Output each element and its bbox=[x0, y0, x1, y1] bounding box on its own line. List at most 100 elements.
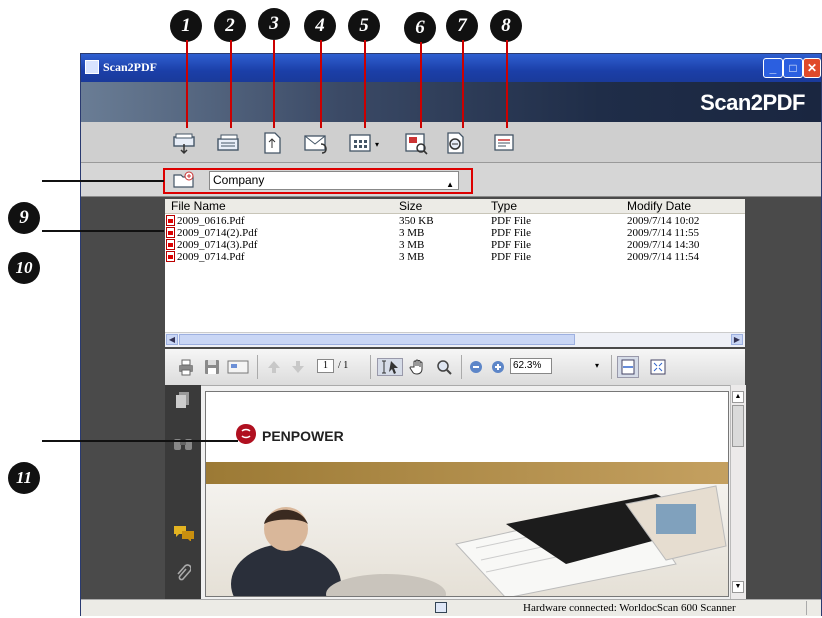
scanner-icon bbox=[435, 602, 447, 613]
table-row[interactable]: 2009_0616.Pdf 350 KB PDF File 2009/7/14 … bbox=[165, 215, 745, 227]
status-text: Hardware connected: WorldocScan 600 Scan… bbox=[523, 602, 736, 614]
file-type: PDF File bbox=[491, 239, 532, 251]
file-size: 3 MB bbox=[399, 239, 425, 251]
brand-logo: Scan2PDF bbox=[700, 90, 805, 115]
email-icon[interactable] bbox=[227, 358, 249, 376]
email-attach-icon[interactable] bbox=[303, 130, 329, 156]
status-bar: Hardware connected: WorldocScan 600 Scan… bbox=[81, 599, 821, 616]
binoculars-icon[interactable] bbox=[173, 435, 193, 456]
previous-page-icon[interactable] bbox=[265, 358, 283, 376]
doc-gold-band bbox=[206, 462, 728, 484]
col-type[interactable]: Type bbox=[491, 199, 517, 213]
col-file-name[interactable]: File Name bbox=[171, 199, 226, 213]
preview-icon[interactable] bbox=[403, 130, 429, 156]
folder-select-value: Company bbox=[213, 173, 265, 187]
print-icon[interactable] bbox=[177, 358, 195, 376]
callout-line-6 bbox=[420, 42, 422, 128]
next-page-icon[interactable] bbox=[289, 358, 307, 376]
viewer-toolbar: 1 / 1 62.3% ▾ bbox=[165, 349, 745, 386]
file-date: 2009/7/14 10:02 bbox=[627, 215, 700, 227]
view-mode-dropdown-arrow[interactable]: ▾ bbox=[375, 140, 379, 149]
doc-brand-text: PENPOWER bbox=[262, 428, 344, 444]
toolbar-separator bbox=[257, 355, 258, 379]
file-type: PDF File bbox=[491, 215, 532, 227]
horizontal-scrollbar[interactable]: ◀ ▶ bbox=[165, 332, 745, 347]
scan-icon[interactable] bbox=[171, 130, 197, 156]
zoom-in-icon[interactable] bbox=[489, 358, 507, 376]
view-mode-icon[interactable] bbox=[347, 130, 373, 156]
search-zoom-icon[interactable] bbox=[443, 130, 469, 156]
fit-page-icon[interactable] bbox=[649, 358, 667, 376]
title-bar[interactable]: Scan2PDF _ □ ✕ bbox=[81, 54, 821, 82]
callout-line-2 bbox=[230, 40, 232, 128]
dropdown-arrow-icon[interactable]: ▲ bbox=[446, 176, 454, 193]
scroll-left-icon[interactable]: ◀ bbox=[166, 334, 178, 345]
file-type: PDF File bbox=[491, 251, 532, 263]
fit-width-icon[interactable] bbox=[617, 356, 639, 378]
table-row[interactable]: 2009_0714.Pdf 3 MB PDF File 2009/7/14 11… bbox=[165, 251, 745, 263]
scrollbar-thumb[interactable] bbox=[179, 334, 575, 345]
open-folder-icon[interactable] bbox=[173, 171, 195, 189]
attachment-icon[interactable] bbox=[175, 563, 192, 588]
callout-line-3 bbox=[273, 40, 275, 128]
zoom-marquee-icon[interactable] bbox=[435, 358, 453, 376]
comments-icon[interactable] bbox=[173, 525, 195, 546]
callout-3: 3 bbox=[258, 8, 290, 40]
callout-8: 8 bbox=[490, 10, 522, 42]
zoom-level-value: 62.3% bbox=[513, 360, 542, 371]
maximize-icon[interactable]: □ bbox=[783, 58, 803, 78]
zoom-level-select[interactable]: 62.3% bbox=[510, 358, 552, 374]
pdf-page[interactable]: PENPOWER bbox=[205, 391, 729, 597]
file-list-header: File Name Size Type Modify Date bbox=[165, 199, 745, 214]
page-number-input[interactable]: 1 bbox=[317, 359, 334, 373]
scroll-up-icon[interactable]: ▲ bbox=[732, 391, 744, 403]
zoom-out-icon[interactable] bbox=[467, 358, 485, 376]
hand-tool-icon[interactable] bbox=[409, 358, 427, 376]
file-type: PDF File bbox=[491, 227, 532, 239]
file-date: 2009/7/14 11:54 bbox=[627, 251, 700, 263]
callout-10: 10 bbox=[8, 252, 40, 284]
file-name: 2009_0714.Pdf bbox=[177, 251, 245, 263]
callout-9: 9 bbox=[8, 202, 40, 234]
callout-line-11 bbox=[42, 440, 238, 442]
app-window: Scan2PDF _ □ ✕ Scan2PDF ▾ Company ▲ File… bbox=[80, 53, 822, 616]
table-row[interactable]: 2009_0714(2).Pdf 3 MB PDF File 2009/7/14… bbox=[165, 227, 745, 239]
callout-line-9 bbox=[42, 180, 164, 182]
pdf-file-icon bbox=[166, 251, 175, 262]
pages-icon[interactable] bbox=[175, 391, 191, 414]
settings-icon[interactable] bbox=[491, 130, 517, 156]
toolbar-separator bbox=[461, 355, 462, 379]
callout-1: 1 bbox=[170, 10, 202, 42]
file-date: 2009/7/14 11:55 bbox=[627, 227, 700, 239]
minimize-icon[interactable]: _ bbox=[763, 58, 783, 78]
col-modify-date[interactable]: Modify Date bbox=[627, 199, 691, 213]
folder-bar: Company ▲ bbox=[81, 163, 821, 197]
scroll-right-icon[interactable]: ▶ bbox=[731, 334, 743, 345]
callout-6: 6 bbox=[404, 12, 436, 44]
callout-line-7 bbox=[462, 40, 464, 128]
toolbar-separator bbox=[370, 355, 371, 379]
col-size[interactable]: Size bbox=[399, 199, 422, 213]
scroll-down-icon[interactable]: ▼ bbox=[732, 581, 744, 593]
scrollbar-thumb[interactable] bbox=[732, 405, 744, 447]
callout-line-1 bbox=[186, 40, 188, 128]
file-name: 2009_0616.Pdf bbox=[177, 215, 245, 227]
viewer-side-panel bbox=[165, 385, 201, 601]
folder-select[interactable]: Company ▲ bbox=[209, 171, 459, 190]
select-text-icon[interactable] bbox=[377, 358, 403, 376]
convert-pdf-icon[interactable] bbox=[259, 130, 285, 156]
save-icon[interactable] bbox=[203, 358, 221, 376]
file-size: 3 MB bbox=[399, 251, 425, 263]
zoom-dropdown-arrow[interactable]: ▾ bbox=[595, 361, 599, 370]
viewer-vertical-scrollbar[interactable]: ▲ ▼ bbox=[730, 385, 746, 601]
brand-banner: Scan2PDF bbox=[81, 82, 821, 122]
batch-scan-icon[interactable] bbox=[215, 130, 241, 156]
close-icon[interactable]: ✕ bbox=[803, 58, 821, 78]
penpower-logo bbox=[234, 422, 258, 451]
callout-4: 4 bbox=[304, 10, 336, 42]
pdf-file-icon bbox=[166, 239, 175, 250]
table-row[interactable]: 2009_0714(3).Pdf 3 MB PDF File 2009/7/14… bbox=[165, 239, 745, 251]
status-divider bbox=[806, 601, 807, 615]
toolbar-separator bbox=[611, 355, 612, 379]
file-size: 3 MB bbox=[399, 227, 425, 239]
